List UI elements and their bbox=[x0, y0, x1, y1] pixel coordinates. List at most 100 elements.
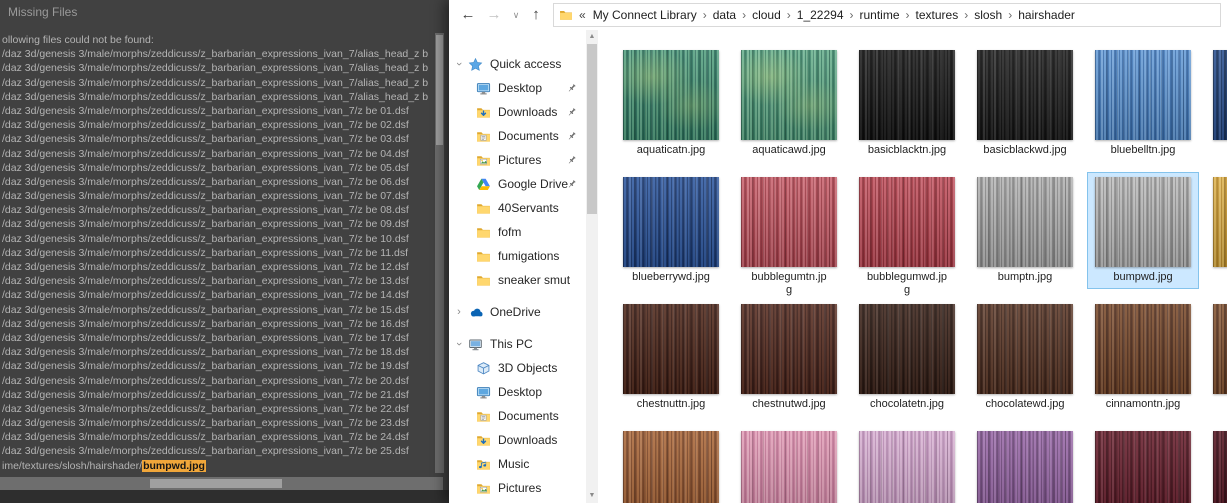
file-item-bubblegumtn-jpg[interactable]: bubblegumtn.jp g bbox=[730, 172, 848, 299]
sidebar-item-fumigations[interactable]: fumigations bbox=[449, 244, 586, 268]
music-icon bbox=[476, 456, 492, 472]
file-item-basicblacktn-jpg[interactable]: basicblacktn.jpg bbox=[848, 45, 966, 172]
chevron-down-icon[interactable]: ∨ bbox=[509, 0, 523, 30]
sidebar-item-40servants[interactable]: 40Servants bbox=[449, 196, 586, 220]
sidebar-item-documents[interactable]: Documents bbox=[449, 124, 586, 148]
sidebar-item-fofm[interactable]: fofm bbox=[449, 220, 586, 244]
horizontal-scroll-thumb[interactable] bbox=[150, 479, 282, 488]
file-item-bumpwd-jpg[interactable]: bumpwd.jpg bbox=[1084, 172, 1202, 299]
breadcrumb-separator-icon[interactable]: › bbox=[1005, 8, 1015, 22]
file-item-blueberrywd-jpg[interactable]: blueberrywd.jpg bbox=[612, 172, 730, 299]
address-bar[interactable]: « My Connect Library › data › cloud › 1_22294 ›… bbox=[553, 3, 1221, 27]
scroll-up-icon[interactable]: ▲ bbox=[586, 31, 598, 43]
file-item-aquaticatn-jpg[interactable]: aquaticatn.jpg bbox=[612, 45, 730, 172]
sidebar-item-sneaker-smut[interactable]: sneaker smut bbox=[449, 268, 586, 292]
missing-files-horizontal-scrollbar[interactable] bbox=[0, 477, 443, 490]
breadcrumb-overflow-icon[interactable]: « bbox=[577, 8, 590, 22]
file-item-partial[interactable] bbox=[730, 426, 848, 503]
file-item-chestnuttn-jpg[interactable]: chestnuttn.jpg bbox=[612, 299, 730, 426]
file-item-b[interactable]: b bbox=[1202, 45, 1227, 172]
file-item-ci[interactable]: ci bbox=[1202, 299, 1227, 426]
file-item-partial[interactable] bbox=[1202, 426, 1227, 503]
file-thumbnail bbox=[977, 177, 1073, 267]
missing-file-path: /daz 3d/genesis 3/male/morphs/zeddicuss/… bbox=[2, 388, 409, 401]
breadcrumb-segment-data[interactable]: data bbox=[710, 8, 739, 22]
sidebar-item-label: Pictures bbox=[498, 153, 542, 167]
file-item-bumptn-jpg[interactable]: bumptn.jpg bbox=[966, 172, 1084, 299]
sidebar-item-pictures[interactable]: Pictures bbox=[449, 476, 586, 500]
file-item-bluebelltn-jpg[interactable]: bluebelltn.jpg bbox=[1084, 45, 1202, 172]
file-item-cinnamontn-jpg[interactable]: cinnamontn.jpg bbox=[1084, 299, 1202, 426]
folder-icon bbox=[476, 224, 492, 240]
file-label: bubblegumtn.jp g bbox=[751, 271, 827, 296]
sidebar-item-downloads[interactable]: Downloads bbox=[449, 100, 586, 124]
scroll-down-icon[interactable]: ▼ bbox=[586, 490, 598, 502]
sidebar-item-desktop[interactable]: Desktop bbox=[449, 380, 586, 404]
file-thumbnail bbox=[741, 304, 837, 394]
file-item-chestnutwd-jpg[interactable]: chestnutwd.jpg bbox=[730, 299, 848, 426]
breadcrumb-segment-slosh[interactable]: slosh bbox=[971, 8, 1005, 22]
up-icon[interactable]: ↑ bbox=[525, 0, 547, 30]
sidebar-item-label: Music bbox=[498, 457, 530, 471]
sidebar-item-quick-access[interactable]: › Quick access bbox=[449, 52, 586, 76]
sidebar-item-downloads[interactable]: Downloads bbox=[449, 428, 586, 452]
file-item-partial[interactable] bbox=[966, 426, 1084, 503]
missing-file-path: /daz 3d/genesis 3/male/morphs/zeddicuss/… bbox=[2, 417, 409, 430]
sidebar-item-music[interactable]: Music bbox=[449, 452, 586, 476]
breadcrumb-separator-icon[interactable]: › bbox=[700, 8, 710, 22]
file-thumbnail bbox=[741, 50, 837, 140]
back-icon[interactable]: ← bbox=[457, 0, 479, 30]
chevron-expanded-icon[interactable]: › bbox=[453, 339, 465, 349]
file-thumbnail bbox=[741, 177, 837, 267]
file-item-b[interactable]: b bbox=[1202, 172, 1227, 299]
sidebar-item-3d-objects[interactable]: 3D Objects bbox=[449, 356, 586, 380]
missing-files-vertical-scrollbar[interactable] bbox=[435, 33, 444, 473]
file-thumbnail bbox=[623, 177, 719, 267]
file-item-chocolatewd-jpg[interactable]: chocolatewd.jpg bbox=[966, 299, 1084, 426]
sidebar-item-this-pc[interactable]: › This PC bbox=[449, 332, 586, 356]
file-item-partial[interactable] bbox=[848, 426, 966, 503]
forward-icon[interactable]: → bbox=[483, 0, 505, 30]
sidebar-item-label: fofm bbox=[498, 225, 522, 239]
pin-icon bbox=[566, 107, 577, 118]
breadcrumb-segment-textures[interactable]: textures bbox=[913, 8, 962, 22]
breadcrumb-segment-my-connect-library[interactable]: My Connect Library bbox=[590, 8, 700, 22]
sidebar-item-google-drive[interactable]: Google Drive bbox=[449, 172, 586, 196]
file-thumbnail bbox=[623, 50, 719, 140]
file-item-bubblegumwd-jpg[interactable]: bubblegumwd.jp g bbox=[848, 172, 966, 299]
file-item-aquaticawd-jpg[interactable]: aquaticawd.jpg bbox=[730, 45, 848, 172]
breadcrumb-separator-icon[interactable]: › bbox=[903, 8, 913, 22]
missing-file-path: /daz 3d/genesis 3/male/morphs/zeddicuss/… bbox=[2, 119, 409, 132]
breadcrumb-segment-runtime[interactable]: runtime bbox=[857, 8, 903, 22]
sidebar-item-onedrive[interactable]: › OneDrive bbox=[449, 300, 586, 324]
file-thumbnail bbox=[741, 431, 837, 503]
sidebar-item-documents[interactable]: Documents bbox=[449, 404, 586, 428]
breadcrumb-separator-icon[interactable]: › bbox=[784, 8, 794, 22]
sidebar-scroll-thumb[interactable] bbox=[587, 44, 597, 214]
file-thumbnail bbox=[977, 431, 1073, 503]
file-item-basicblackwd-jpg[interactable]: basicblackwd.jpg bbox=[966, 45, 1084, 172]
file-label: b bbox=[1206, 271, 1227, 284]
file-item-partial[interactable] bbox=[612, 426, 730, 503]
breadcrumb-separator-icon[interactable]: › bbox=[847, 8, 857, 22]
breadcrumb-separator-icon[interactable]: › bbox=[739, 8, 749, 22]
breadcrumb-segment-hairshader[interactable]: hairshader bbox=[1015, 8, 1078, 22]
vertical-scroll-thumb[interactable] bbox=[436, 35, 443, 145]
file-thumbnail bbox=[1213, 304, 1227, 394]
sidebar-item-desktop[interactable]: Desktop bbox=[449, 76, 586, 100]
sidebar-item-pictures[interactable]: Pictures bbox=[449, 148, 586, 172]
breadcrumb-segment-cloud[interactable]: cloud bbox=[749, 8, 784, 22]
breadcrumb-segment-1-22294[interactable]: 1_22294 bbox=[794, 8, 847, 22]
desktop-icon bbox=[476, 384, 492, 400]
missing-file-path: /daz 3d/genesis 3/male/morphs/zeddicuss/… bbox=[2, 431, 409, 444]
chevron-expanded-icon[interactable]: › bbox=[453, 59, 465, 69]
chevron-collapsed-icon[interactable]: › bbox=[454, 306, 464, 318]
file-explorer-window: ← → ∨ ↑ « My Connect Library › data › cloud ›… bbox=[449, 0, 1227, 503]
file-label: b bbox=[1206, 144, 1227, 157]
breadcrumb-separator-icon[interactable]: › bbox=[961, 8, 971, 22]
downloads-icon bbox=[476, 432, 492, 448]
file-item-partial[interactable] bbox=[1084, 426, 1202, 503]
file-item-chocolatetn-jpg[interactable]: chocolatetn.jpg bbox=[848, 299, 966, 426]
desktop-icon bbox=[476, 80, 492, 96]
sidebar-scrollbar[interactable]: ▲ ▼ bbox=[586, 30, 598, 503]
